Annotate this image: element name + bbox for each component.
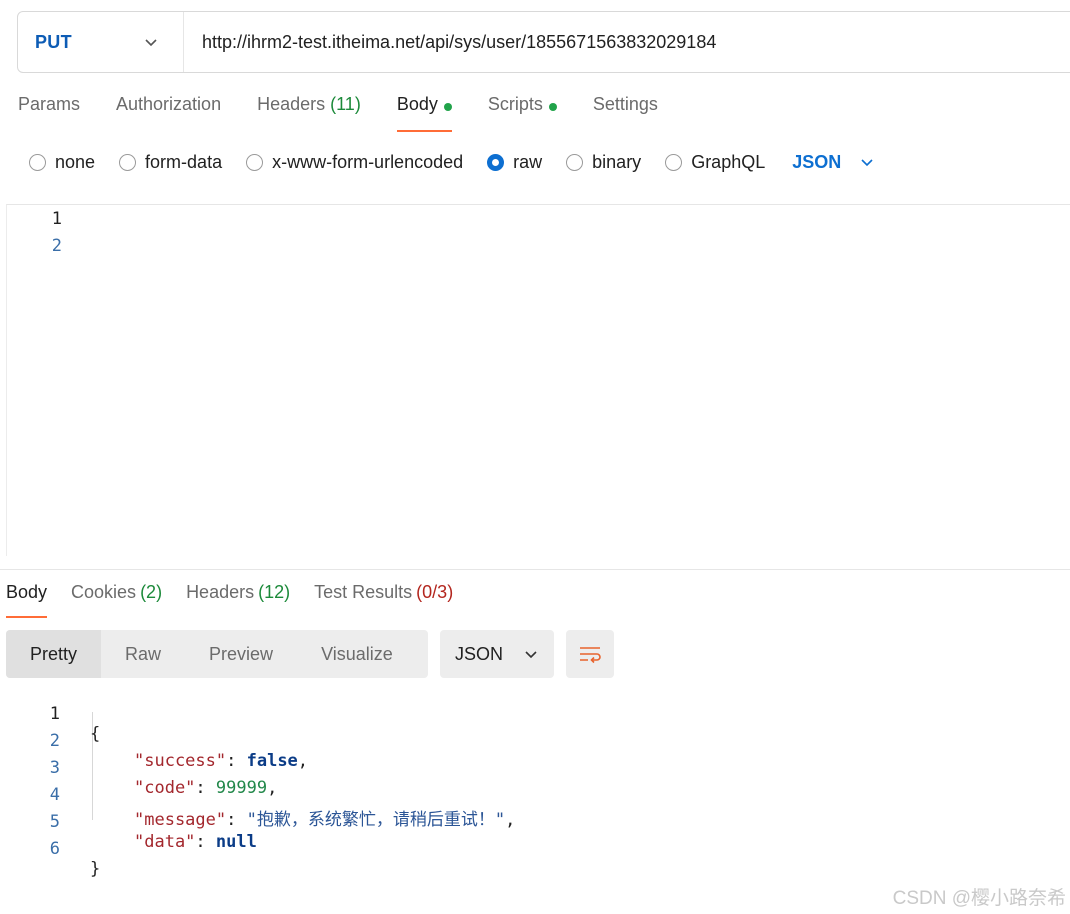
view-mode-group: Pretty Raw Preview Visualize [6, 630, 428, 678]
body-type-none[interactable]: none [29, 152, 95, 173]
code-text: } [90, 859, 101, 879]
wrap-lines-button[interactable] [566, 630, 614, 678]
body-type-binary[interactable]: binary [566, 152, 641, 173]
view-visualize-button[interactable]: Visualize [297, 630, 417, 678]
code-line: 3 "code": 99999, [0, 738, 1070, 798]
tab-settings[interactable]: Settings [593, 94, 658, 132]
radio-label: raw [513, 151, 543, 172]
radio-checked-icon [487, 153, 505, 171]
tab-headers[interactable]: Headers (11) [257, 94, 361, 132]
tab-label: Headers [257, 94, 326, 114]
url-bar: PUT http://ihrm2-test.itheima.net/api/sy… [17, 11, 1070, 73]
line-number: 2 [51, 236, 62, 256]
tab-label: Test Results [314, 582, 413, 602]
chevron-down-icon [861, 159, 873, 167]
format-label: JSON [455, 643, 504, 664]
code-line: 4 "message": "抱歉，系统繁忙，请稍后重试！", [0, 765, 1070, 830]
response-tab-headers[interactable]: Headers (12) [186, 582, 290, 618]
tab-label: Settings [592, 94, 658, 114]
watermark: CSDN @樱小路奈希 [892, 888, 1066, 909]
tab-scripts[interactable]: Scripts [488, 94, 557, 132]
tab-body[interactable]: Body [396, 94, 452, 132]
tab-label: Cookies [71, 582, 137, 602]
tab-count: (0/3) [416, 582, 454, 602]
body-type-urlencoded[interactable]: x-www-form-urlencoded [246, 152, 463, 173]
view-raw-button[interactable]: Raw [101, 630, 185, 678]
url-input[interactable]: http://ihrm2-test.itheima.net/api/sys/us… [184, 32, 716, 53]
request-tabs: Params Authorization Headers (11) Body Sc… [18, 94, 694, 134]
code-line: 1 { [0, 684, 1070, 744]
code-line: 5 "data": null [0, 792, 1070, 852]
response-divider [0, 569, 1070, 570]
request-body-editor[interactable]: 1 2 [6, 204, 1070, 556]
radio-label: x-www-form-urlencoded [272, 151, 464, 172]
language-label: JSON [792, 151, 842, 172]
tab-label: Params [18, 94, 81, 114]
response-tab-test-results[interactable]: Test Results (0/3) [314, 582, 453, 618]
view-pretty-button[interactable]: Pretty [6, 630, 102, 678]
tab-label: Body [396, 94, 438, 114]
chevron-down-icon [525, 651, 537, 659]
response-tab-body[interactable]: Body [6, 582, 48, 618]
radio-icon [29, 153, 46, 171]
body-type-form-data[interactable]: form-data [119, 152, 222, 173]
method-select[interactable]: PUT [18, 12, 184, 72]
radio-icon [665, 153, 683, 171]
tab-label: Headers [186, 582, 255, 602]
code-line: 6 } [0, 819, 1070, 879]
radio-label: none [55, 151, 96, 172]
body-type-graphql[interactable]: GraphQL [665, 152, 765, 173]
radio-label: form-data [145, 151, 223, 172]
line-number: 1 [51, 209, 62, 229]
body-type-options: none form-data x-www-form-urlencoded raw… [29, 148, 875, 176]
response-tabs: Body Cookies (2) Headers (12) Test Results… [6, 582, 477, 618]
tab-label: Scripts [487, 94, 543, 114]
wrap-lines-icon [580, 647, 601, 664]
tab-count: (11) [330, 94, 361, 114]
response-tab-cookies[interactable]: Cookies (2) [71, 582, 162, 618]
response-format-select[interactable]: JSON [440, 630, 554, 678]
radio-icon [566, 153, 584, 171]
code-line: 2 "success": false, [0, 711, 1070, 771]
radio-icon [246, 153, 264, 171]
tab-authorization[interactable]: Authorization [116, 94, 221, 132]
tab-label: Body [6, 582, 48, 602]
radio-label: GraphQL [691, 151, 766, 172]
body-type-raw[interactable]: raw [487, 152, 542, 173]
status-dot [548, 103, 557, 111]
tab-params[interactable]: Params [18, 94, 80, 132]
view-preview-button[interactable]: Preview [185, 630, 297, 678]
radio-icon [119, 153, 137, 171]
chevron-down-icon [145, 39, 157, 47]
radio-label: binary [592, 151, 642, 172]
line-number: 6 [49, 839, 60, 859]
body-language-select[interactable]: JSON [792, 152, 875, 173]
method-label: PUT [35, 31, 72, 52]
tab-count: (12) [258, 582, 291, 602]
tab-count: (2) [140, 582, 163, 602]
tab-label: Authorization [116, 94, 222, 114]
status-dot [443, 103, 452, 111]
